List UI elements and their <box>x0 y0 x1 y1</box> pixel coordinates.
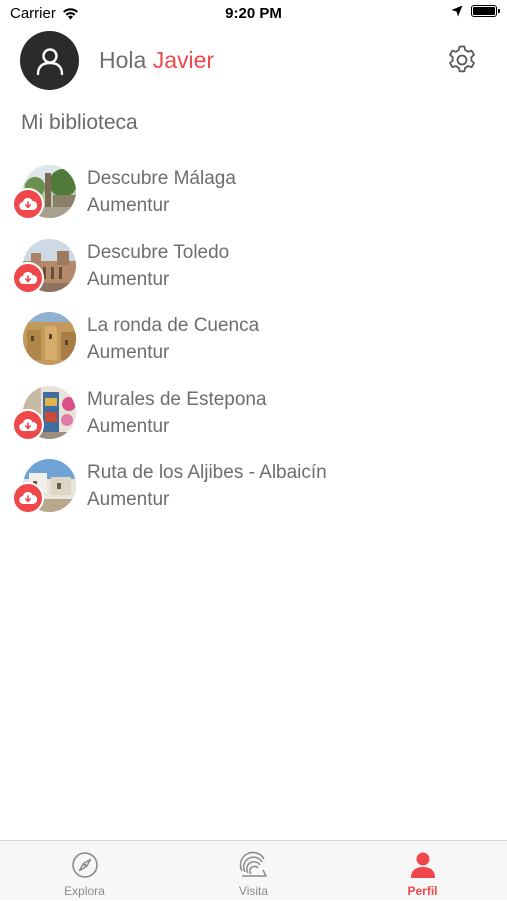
avatar[interactable] <box>20 31 79 90</box>
tab-bar: Explora Visita Perfil <box>0 840 507 900</box>
cloud-download-icon <box>19 197 37 211</box>
route-author: Aumentur <box>87 195 170 216</box>
list-item-albaicin[interactable]: Ruta de los Aljibes - Albaicín Aumentur <box>0 454 507 528</box>
download-button[interactable] <box>12 188 44 220</box>
tab-explora[interactable]: Explora <box>0 841 169 901</box>
tab-perfil[interactable]: Perfil <box>338 841 507 901</box>
gear-icon <box>449 45 475 73</box>
user-icon <box>408 850 438 880</box>
tab-visita[interactable]: Visita <box>169 841 338 901</box>
cloud-download-icon <box>19 491 37 505</box>
route-title: Descubre Toledo <box>87 241 230 263</box>
library-title: Mi biblioteca <box>21 111 138 134</box>
tab-label: Visita <box>238 884 269 898</box>
route-title: Descubre Málaga <box>87 168 236 189</box>
list-item-malaga[interactable]: Descubre Málaga Aumentur <box>0 160 507 234</box>
cloud-download-icon <box>19 271 37 284</box>
tab-label: Perfil <box>407 884 438 898</box>
list-item-estepona[interactable]: Murales de Estepona Aumentur <box>0 381 507 455</box>
route-author: Aumentur <box>87 489 170 510</box>
user-name: Javier <box>152 47 215 73</box>
list-item-cuenca[interactable]: La ronda de Cuenca Aumentur <box>0 307 507 381</box>
ar-visit-icon <box>239 850 269 880</box>
tab-label: Explora <box>64 884 105 898</box>
route-title: Murales de Estepona <box>87 388 267 410</box>
route-title: La ronda de Cuenca <box>87 315 260 336</box>
route-thumbnail <box>23 312 76 365</box>
compass-icon <box>70 850 100 880</box>
status-time: 9:20 PM <box>225 5 282 22</box>
status-bar: Carrier 9:20 PM <box>0 0 507 28</box>
route-author: Aumentur <box>87 268 170 290</box>
battery-icon <box>471 5 500 17</box>
route-author: Aumentur <box>87 342 170 363</box>
route-author: Aumentur <box>87 415 170 437</box>
download-button[interactable] <box>12 408 44 441</box>
greeting-label: Hola <box>99 47 147 73</box>
library-list: Descubre Málaga Aumentur Descubre Toledo… <box>0 160 507 528</box>
settings-button[interactable] <box>445 43 479 77</box>
list-item-toledo[interactable]: Descubre Toledo Aumentur <box>0 234 507 308</box>
route-title: Ruta de los Aljibes - Albaicín <box>87 462 327 483</box>
profile-header: Hola Javier <box>0 30 507 92</box>
cloud-download-icon <box>19 418 37 431</box>
user-outline-icon <box>36 47 63 75</box>
greeting: Hola Javier <box>99 47 214 74</box>
location-arrow-icon <box>451 5 463 17</box>
download-button[interactable] <box>12 482 44 514</box>
download-button[interactable] <box>12 261 44 294</box>
